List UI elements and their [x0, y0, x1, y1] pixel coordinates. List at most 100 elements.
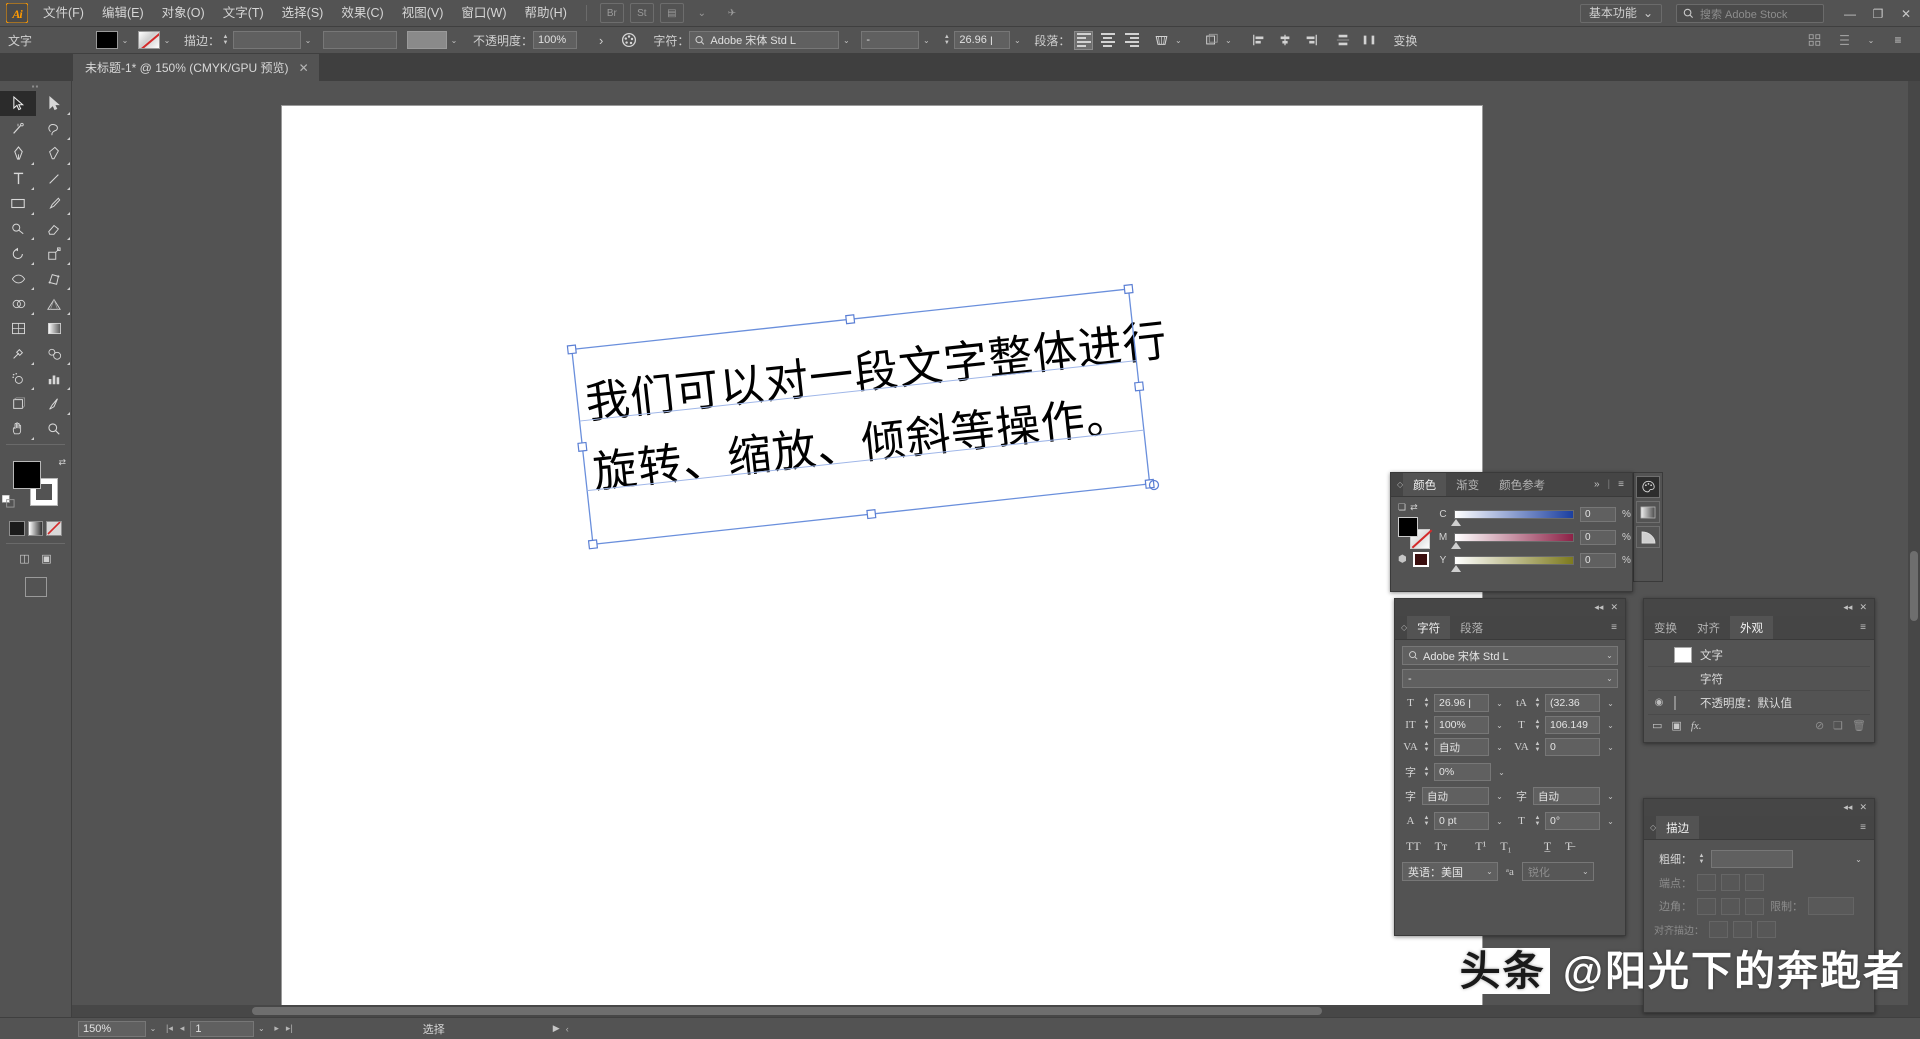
- font-size-input[interactable]: 26.96 ן: [954, 31, 1010, 49]
- tab-gradient[interactable]: 渐变: [1446, 473, 1489, 496]
- tab-color[interactable]: 颜色: [1403, 473, 1446, 496]
- stroke-weight-input[interactable]: [1711, 850, 1793, 868]
- slider-value-m[interactable]: 0: [1580, 530, 1616, 545]
- font-family-select[interactable]: Adobe 宋体 Std L: [689, 31, 839, 49]
- chevron-down-icon[interactable]: ⌄: [1603, 743, 1618, 752]
- align-objects-right-icon[interactable]: [1301, 31, 1321, 50]
- character-rotation-stepper[interactable]: ▲▼: [1533, 815, 1542, 827]
- chevron-down-icon[interactable]: ⌄: [839, 31, 853, 49]
- artboard-tool[interactable]: [0, 391, 36, 416]
- slider-value-y[interactable]: 0: [1580, 553, 1616, 568]
- close-icon[interactable]: ✕: [1859, 602, 1867, 613]
- panel-drag-dot[interactable]: ◇: [1391, 473, 1403, 496]
- collapse-icon[interactable]: ◂◂: [1594, 602, 1603, 613]
- shaper-tool[interactable]: [0, 216, 36, 241]
- transform-object-icon[interactable]: [1201, 31, 1221, 50]
- document-setup-icon[interactable]: [1834, 31, 1854, 50]
- font-size-stepper[interactable]: ▲▼: [1422, 697, 1431, 709]
- vertical-scroll-thumb[interactable]: [1910, 551, 1918, 621]
- tsume-stepper[interactable]: ▲▼: [1422, 766, 1431, 778]
- align-stroke-outside-button[interactable]: [1757, 921, 1776, 938]
- kinsoku-value[interactable]: 自动: [1533, 787, 1600, 805]
- stroke-weight-stepper[interactable]: ▲▼: [1697, 853, 1706, 865]
- font-size-value[interactable]: 26.96 ן: [1434, 694, 1489, 712]
- none-fill-mode-button[interactable]: [46, 521, 62, 536]
- shape-builder-tool[interactable]: [0, 291, 36, 316]
- appearance-row-text[interactable]: 文字: [1648, 643, 1870, 667]
- tab-paragraph[interactable]: 段落: [1450, 616, 1493, 639]
- stroke-weight-input[interactable]: [233, 31, 301, 49]
- zoom-tool[interactable]: [36, 416, 72, 441]
- chevron-down-icon[interactable]: ⌄: [1010, 31, 1024, 49]
- fill-color-swatch[interactable]: [96, 31, 118, 49]
- chevron-down-icon[interactable]: ⌄: [1603, 792, 1618, 801]
- leading-value[interactable]: (32.36: [1545, 694, 1600, 712]
- chevron-down-icon[interactable]: ⌄: [690, 3, 714, 23]
- preferences-grid-icon[interactable]: [1804, 31, 1824, 50]
- search-input[interactable]: 搜索 Adobe Stock: [1676, 4, 1824, 23]
- panel-menu-icon[interactable]: ≡: [1860, 622, 1866, 633]
- screen-mode-button[interactable]: [25, 577, 47, 597]
- magic-wand-tool[interactable]: [0, 116, 36, 141]
- collapse-icon[interactable]: ◂◂: [1843, 602, 1852, 613]
- width-tool[interactable]: [0, 266, 36, 291]
- share-icon[interactable]: ✈: [720, 3, 744, 23]
- next-artboard-button[interactable]: ▸: [274, 1023, 279, 1034]
- vertical-scrollbar[interactable]: [1908, 81, 1920, 1017]
- small-caps-button[interactable]: Tт: [1435, 839, 1448, 854]
- color-panel-icon[interactable]: [1636, 476, 1660, 498]
- gradient-fill-mode-button[interactable]: [28, 521, 44, 536]
- slider-track-m[interactable]: [1454, 533, 1574, 542]
- font-style-select[interactable]: -: [861, 31, 919, 49]
- tab-transform[interactable]: 变换: [1644, 616, 1687, 639]
- chevron-down-icon[interactable]: ⌄: [254, 1024, 268, 1033]
- eye-icon[interactable]: ◉: [1652, 697, 1666, 708]
- baseline-shift-stepper[interactable]: ▲▼: [1422, 815, 1431, 827]
- opacity-input[interactable]: 100%: [533, 31, 577, 49]
- menu-edit[interactable]: 编辑(E): [93, 0, 153, 27]
- stroke-color-swatch[interactable]: [138, 31, 160, 49]
- chevron-down-icon[interactable]: ⌄: [1482, 867, 1497, 876]
- corner-miter-button[interactable]: [1697, 898, 1716, 915]
- strikethrough-button[interactable]: T̶: [1565, 839, 1572, 854]
- stroke-weight-stepper[interactable]: ▲▼: [220, 34, 231, 46]
- add-new-stroke-icon[interactable]: ▭: [1652, 719, 1662, 732]
- free-transform-tool[interactable]: [36, 266, 72, 291]
- chevron-down-icon[interactable]: ⌄: [160, 31, 174, 49]
- tracking-stepper[interactable]: ▲▼: [1533, 741, 1542, 753]
- horizontal-scale-stepper[interactable]: ▲▼: [1533, 719, 1542, 731]
- cap-projecting-button[interactable]: [1745, 874, 1764, 891]
- lasso-tool[interactable]: [36, 116, 72, 141]
- eyedropper-tool[interactable]: [0, 341, 36, 366]
- superscript-button[interactable]: T¹: [1475, 839, 1486, 854]
- distribute-horizontal-icon[interactable]: [1359, 31, 1379, 50]
- chevron-down-icon[interactable]: ⌄: [1221, 31, 1235, 49]
- chevron-down-icon[interactable]: ⌄: [1492, 721, 1507, 730]
- all-caps-button[interactable]: TT: [1406, 839, 1421, 854]
- chevron-down-icon[interactable]: ⌄: [301, 31, 315, 49]
- column-graph-tool[interactable]: [36, 366, 72, 391]
- panel-menu-icon[interactable]: ≡: [1618, 479, 1624, 490]
- control-bar-menu-icon[interactable]: ≡: [1888, 31, 1908, 50]
- slider-thumb-m[interactable]: [1451, 542, 1461, 549]
- hand-tool[interactable]: [0, 416, 36, 441]
- chevron-down-icon[interactable]: ⌄: [1171, 31, 1185, 49]
- align-right-button[interactable]: [1122, 31, 1141, 50]
- slider-value-c[interactable]: 0: [1580, 507, 1616, 522]
- leading-stepper[interactable]: ▲▼: [1533, 697, 1542, 709]
- chevron-down-icon[interactable]: ⌄: [1578, 867, 1593, 876]
- artboard-number-input[interactable]: 1: [190, 1021, 254, 1037]
- tab-color-guide[interactable]: 颜色参考: [1489, 473, 1555, 496]
- appearance-row-character[interactable]: 字符: [1648, 667, 1870, 691]
- chevron-down-icon[interactable]: ⌄: [146, 1024, 160, 1033]
- rectangle-tool[interactable]: [0, 191, 36, 216]
- close-icon[interactable]: ✕: [299, 61, 309, 75]
- chevron-down-icon[interactable]: ⌄: [1494, 768, 1509, 777]
- chevron-down-icon[interactable]: ⌄: [1492, 792, 1507, 801]
- eraser-tool[interactable]: [36, 216, 72, 241]
- menu-select[interactable]: 选择(S): [273, 0, 333, 27]
- menu-effect[interactable]: 效果(C): [332, 0, 392, 27]
- tab-stroke[interactable]: 描边: [1656, 816, 1699, 839]
- chevron-down-icon[interactable]: ⌄: [1603, 721, 1618, 730]
- miter-limit-input[interactable]: [1808, 897, 1854, 915]
